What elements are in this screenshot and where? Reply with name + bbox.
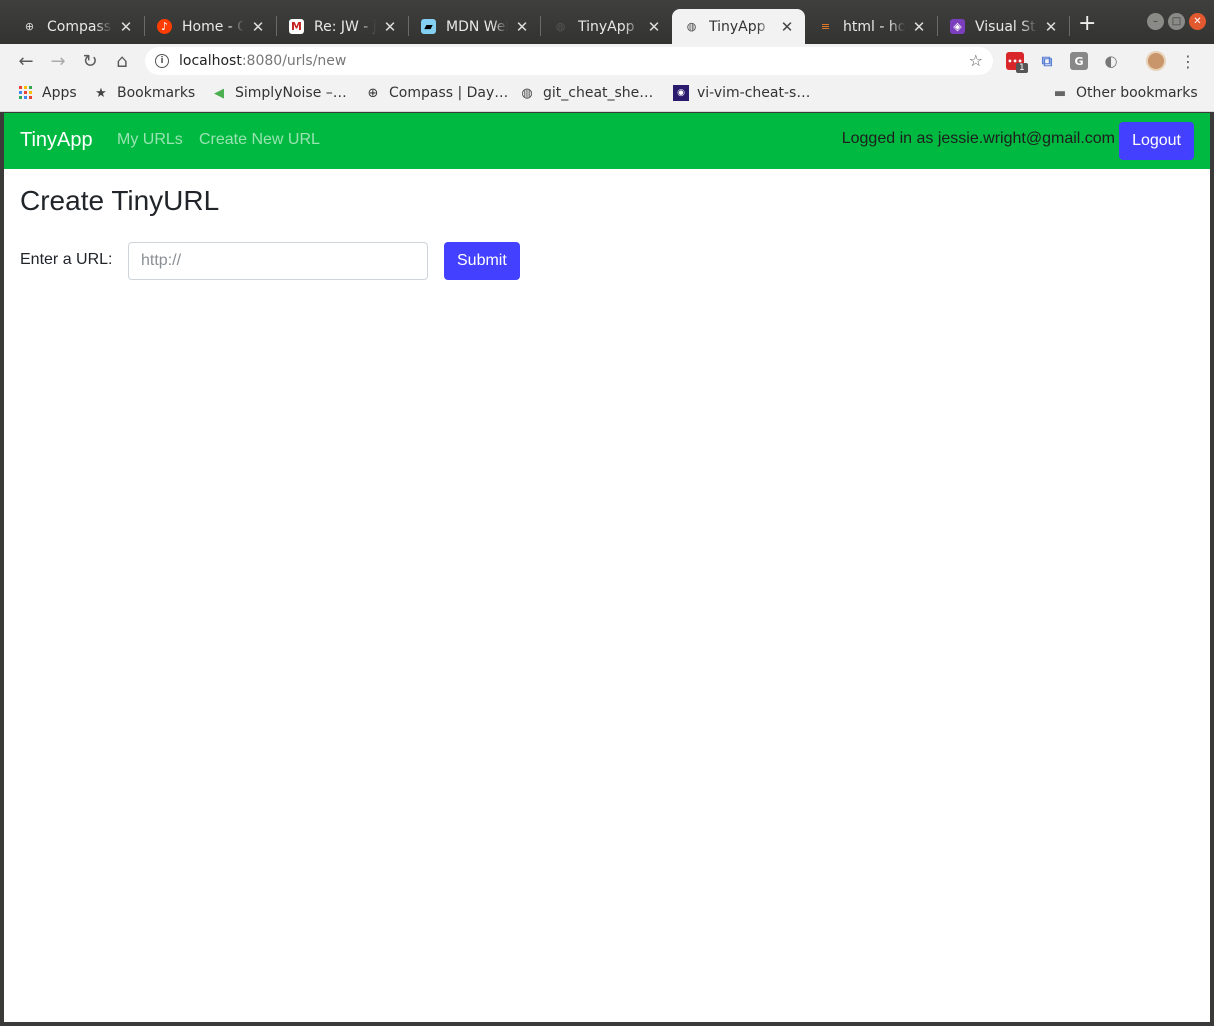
submit-button[interactable]: Submit [444, 242, 520, 280]
bookmark-label: vi-vim-cheat-s… [697, 85, 811, 101]
bookmark-star-icon[interactable]: ☆ [969, 51, 983, 70]
vim-icon: ◉ [673, 85, 689, 101]
window-controls: – □ ✕ [1147, 13, 1206, 30]
tab-title: TinyApp [709, 18, 766, 35]
tab-vscode[interactable]: ◈ Visual Stu ✕ [928, 9, 1069, 44]
music-icon: ♪ [157, 19, 172, 34]
nav-my-urls[interactable]: My URLs [117, 131, 183, 149]
tab-title: html - how [843, 18, 905, 35]
close-icon[interactable]: ✕ [514, 18, 530, 36]
address-bar[interactable]: i localhost:8080/urls/new ☆ [145, 47, 993, 75]
tab-title: TinyApp [578, 18, 635, 35]
close-icon[interactable]: ✕ [1043, 18, 1059, 36]
bookmark-apps[interactable]: Apps [18, 85, 77, 101]
close-icon[interactable]: ✕ [779, 18, 795, 36]
home-icon[interactable]: ⌂ [110, 49, 134, 73]
extension-badge: 1 [1016, 63, 1028, 73]
app-navbar: TinyApp My URLs Create New URL Logged in… [4, 113, 1210, 169]
compass-icon: ⊕ [24, 20, 35, 33]
close-icon[interactable]: ✕ [646, 18, 662, 36]
bookmarks-bar: Apps ★ Bookmarks ◀ SimplyNoise –… ⊕ Comp… [0, 78, 1214, 112]
tab-compass[interactable]: ⊕ Compass | Day ✕ [0, 9, 144, 44]
browser-tab-strip: ⊕ Compass | Day ✕ ♪ Home - Go ✕ M Re: JW… [0, 0, 1214, 44]
url-host: localhost [179, 53, 242, 69]
tab-title: Re: JW - jes [314, 18, 376, 35]
bookmark-label: Compass | Day… [389, 85, 509, 101]
forward-icon[interactable]: → [46, 49, 70, 73]
tab-mdn[interactable]: ▰ MDN Web D ✕ [399, 9, 540, 44]
url-field-label: Enter a URL: [20, 251, 113, 268]
tab-tinyapp-1[interactable]: ◍ TinyApp ✕ [531, 9, 672, 44]
bookmark-label: SimplyNoise –… [235, 85, 347, 101]
maximize-icon[interactable]: □ [1168, 13, 1185, 30]
close-icon[interactable]: ✕ [911, 18, 927, 36]
bookmark-label: Bookmarks [117, 85, 196, 101]
vscode-icon: ◈ [950, 19, 965, 34]
bookmark-other[interactable]: ▬ Other bookmarks [1052, 85, 1198, 101]
bookmark-git-cheat[interactable]: ◍ git_cheat_she… [519, 85, 653, 101]
page-title: Create TinyURL [20, 185, 220, 216]
globe-icon: ◍ [521, 85, 533, 101]
copy-extension-icon[interactable]: ⧉ [1038, 52, 1056, 70]
tab-stackoverflow[interactable]: ≡ html - how ✕ [796, 9, 937, 44]
new-tab-button[interactable]: + [1078, 13, 1096, 35]
grammarly-extension-icon[interactable]: G [1070, 52, 1088, 70]
site-info-icon[interactable]: i [155, 54, 169, 68]
tab-home[interactable]: ♪ Home - Go ✕ [135, 9, 276, 44]
tab-title: Visual Stu [975, 18, 1037, 35]
circle-extension-icon[interactable]: ◐ [1102, 52, 1120, 70]
nav-create-new-url[interactable]: Create New URL [199, 131, 320, 149]
star-icon: ★ [95, 85, 107, 101]
bookmark-label: Other bookmarks [1076, 85, 1198, 101]
avatar[interactable] [1146, 51, 1166, 71]
address-url[interactable]: localhost:8080/urls/new [179, 53, 346, 69]
minimize-icon[interactable]: – [1147, 13, 1164, 30]
close-icon[interactable]: ✕ [118, 18, 134, 36]
apps-grid-icon [18, 85, 34, 101]
folder-icon: ▬ [1053, 85, 1067, 101]
login-status: Logged in as jessie.wright@gmail.com [841, 130, 1115, 147]
menu-kebab-icon[interactable]: ⋮ [1176, 49, 1200, 73]
long-url-input[interactable] [128, 242, 428, 280]
gmail-icon: M [289, 19, 304, 34]
bookmark-simplynoise[interactable]: ◀ SimplyNoise –… [211, 85, 347, 101]
tab-title: MDN Web D [446, 18, 508, 35]
page-viewport: TinyApp My URLs Create New URL Logged in… [4, 113, 1210, 1022]
tab-tinyapp-active[interactable]: ◍ TinyApp ✕ [672, 9, 805, 44]
logout-button[interactable]: Logout [1119, 122, 1194, 160]
browser-toolbar: ← → ↻ ⌂ i localhost:8080/urls/new ☆ ••• … [0, 44, 1214, 78]
url-path: :8080/urls/new [241, 53, 347, 69]
globe-icon: ◍ [555, 20, 566, 33]
compass-icon: ⊕ [367, 85, 379, 101]
close-icon[interactable]: ✕ [382, 18, 398, 36]
bookmark-label: Apps [42, 85, 77, 101]
globe-icon: ◍ [686, 20, 697, 33]
bookmark-vim-cheat[interactable]: ◉ vi-vim-cheat-s… [673, 85, 810, 101]
reload-icon[interactable]: ↻ [78, 49, 102, 73]
speaker-icon: ◀ [214, 85, 224, 101]
mdn-icon: ▰ [421, 19, 436, 34]
bookmark-compass[interactable]: ⊕ Compass | Day… [365, 85, 509, 101]
back-icon[interactable]: ← [14, 49, 38, 73]
tab-separator [1069, 16, 1070, 36]
tab-gmail[interactable]: M Re: JW - jes ✕ [267, 9, 408, 44]
tab-title: Home - Go [182, 18, 244, 35]
close-window-icon[interactable]: ✕ [1189, 13, 1206, 30]
bookmark-label: git_cheat_she… [543, 85, 654, 101]
close-icon[interactable]: ✕ [250, 18, 266, 36]
brand-link[interactable]: TinyApp [20, 129, 93, 152]
stackoverflow-icon: ≡ [820, 20, 831, 33]
tab-title: Compass | Day [47, 18, 112, 35]
bookmark-bookmarks[interactable]: ★ Bookmarks [93, 85, 195, 101]
